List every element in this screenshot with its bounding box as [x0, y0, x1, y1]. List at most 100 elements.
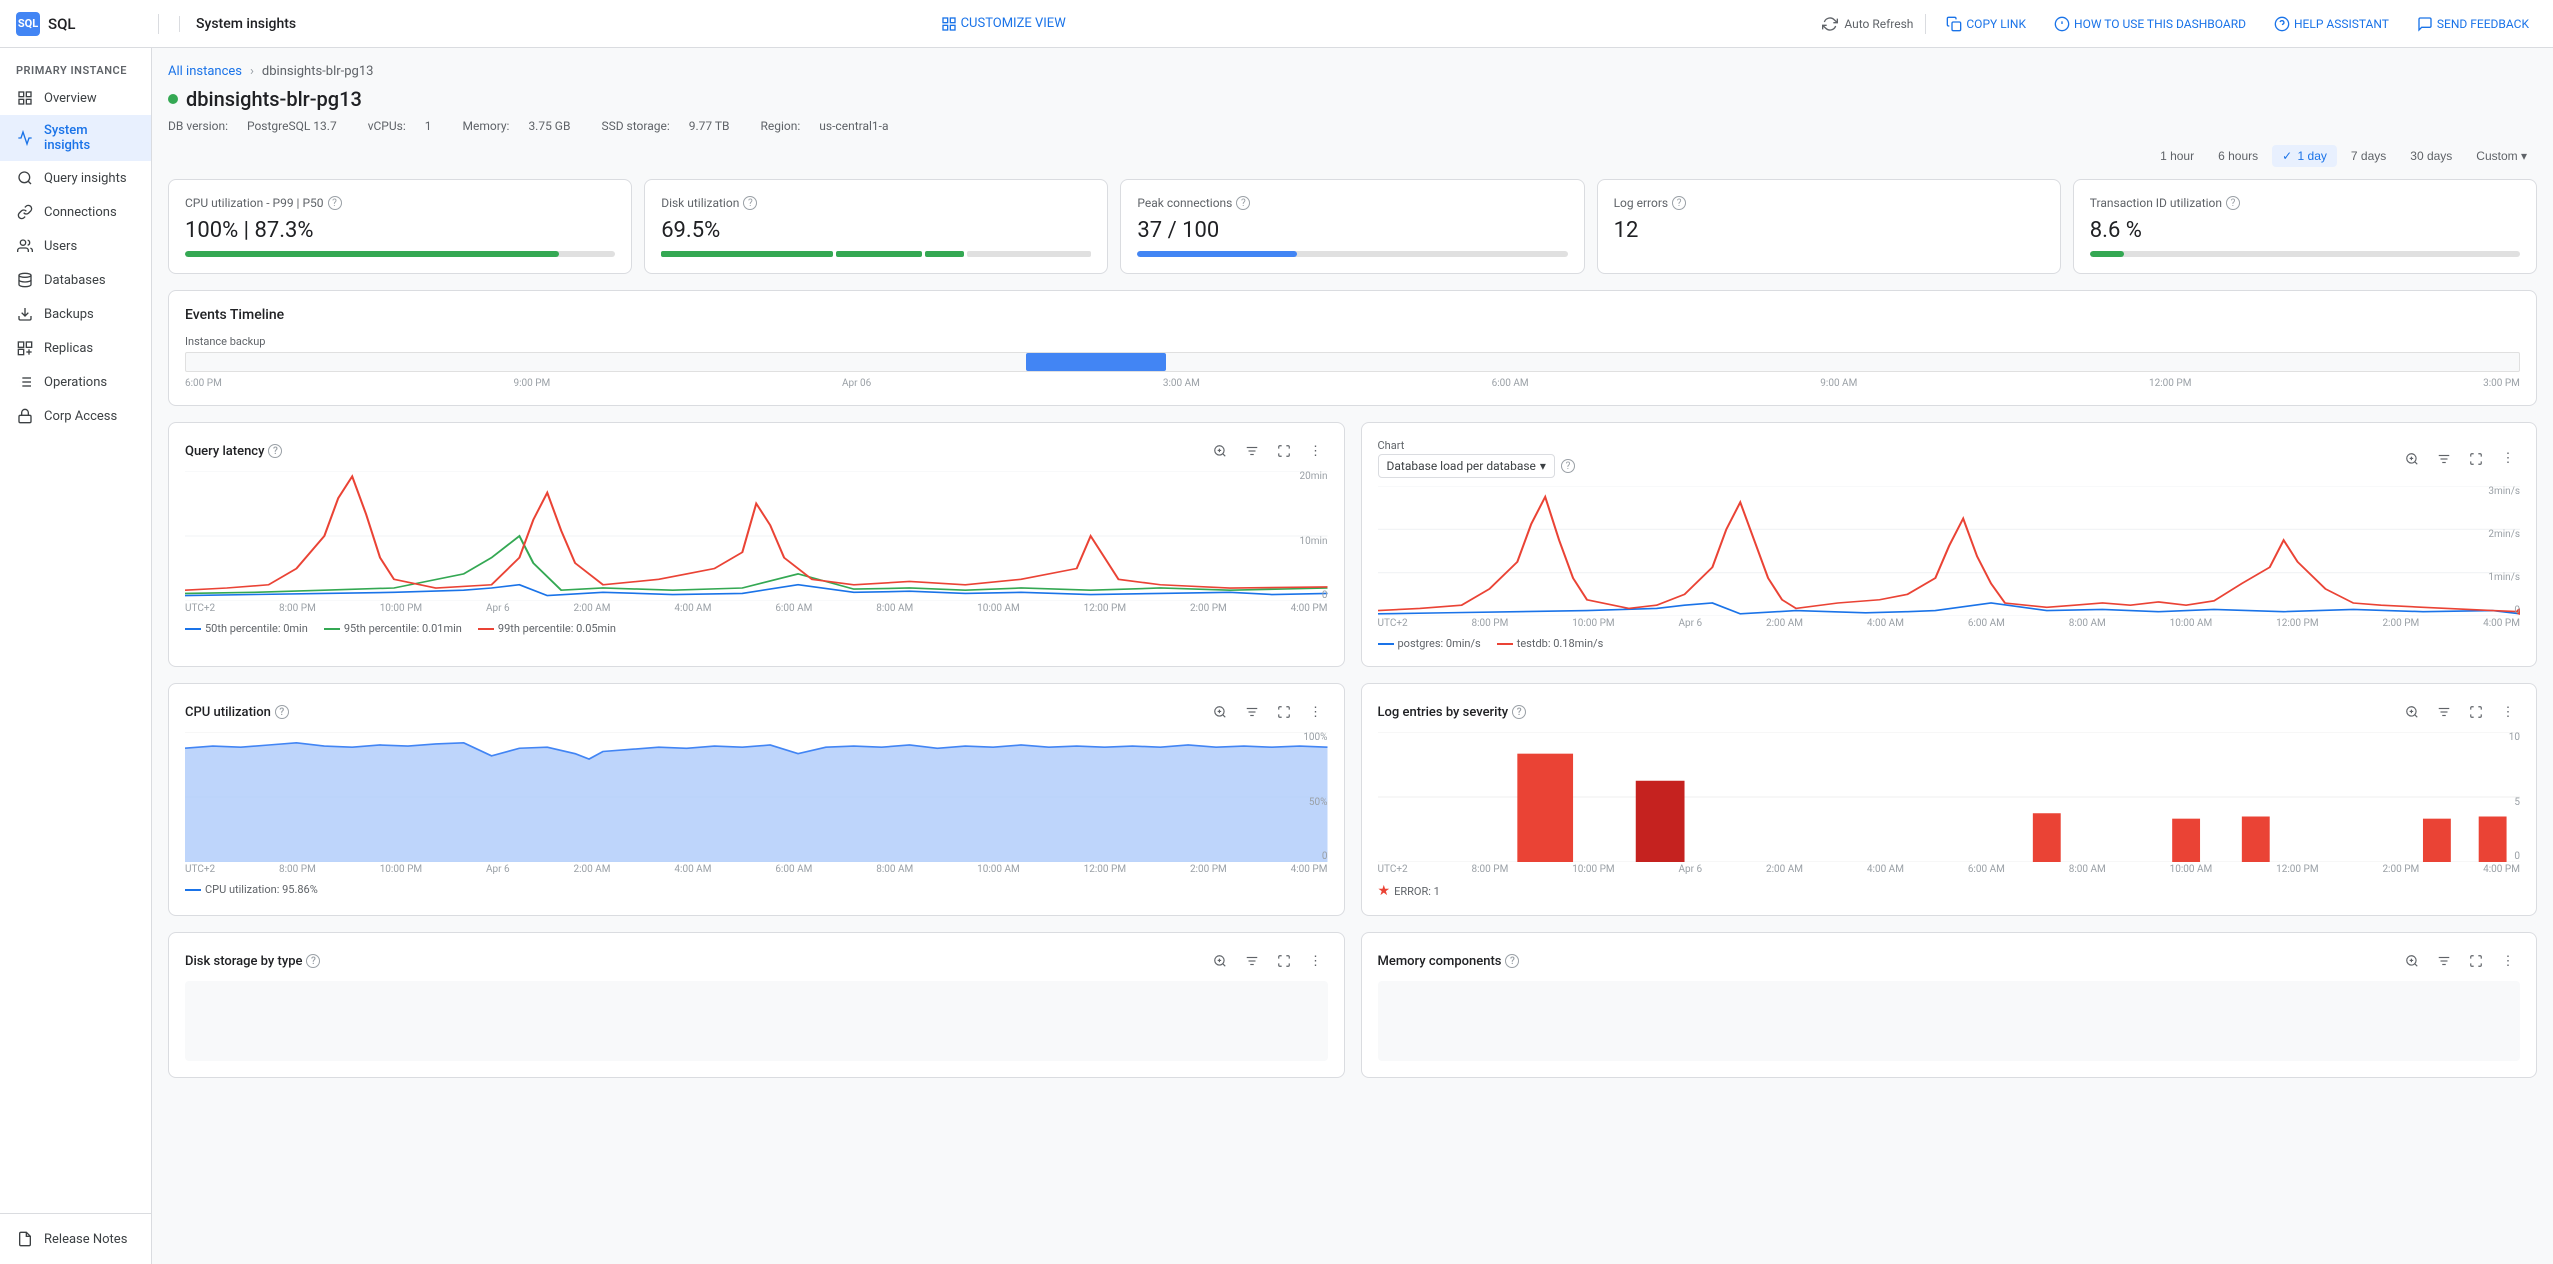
ql-x-axis: UTC+2 8:00 PM 10:00 PM Apr 6 2:00 AM 4:0…	[185, 603, 1328, 614]
cpu-x-axis: UTC+2 8:00 PM 10:00 PM Apr 6 2:00 AM 4:0…	[185, 864, 1328, 875]
memory-filter[interactable]	[2432, 949, 2456, 973]
connections-help-icon[interactable]: ?	[1236, 196, 1250, 210]
db-load-chart-area: 3min/s 2min/s 1min/s 0	[1378, 486, 2521, 616]
breadcrumb-separator: ›	[250, 64, 254, 79]
sidebar-item-system-insights[interactable]: System insights	[0, 115, 151, 161]
cpu-util-filter[interactable]	[1240, 700, 1264, 724]
instance-header: dbinsights-blr-pg13	[168, 87, 2537, 111]
disk-storage-help[interactable]: ?	[306, 954, 320, 968]
db-load-filter[interactable]	[2432, 447, 2456, 471]
cpu-util-zoom[interactable]	[1208, 700, 1232, 724]
time-btn-custom[interactable]: Custom ▾	[2466, 145, 2537, 167]
metric-label-log-errors: Log errors ?	[1614, 196, 2044, 210]
db-load-help[interactable]: ?	[1561, 459, 1575, 473]
time-btn-30days[interactable]: 30 days	[2400, 145, 2462, 167]
sidebar-item-users[interactable]: Users	[0, 229, 151, 263]
metric-card-transaction-id: Transaction ID utilization ? 8.6 %	[2073, 179, 2537, 274]
query-latency-title: Query latency ?	[185, 444, 282, 459]
log-severity-zoom[interactable]	[2400, 700, 2424, 724]
db-load-svg	[1378, 486, 2521, 616]
log-severity-svg	[1378, 732, 2521, 862]
cpu-util-chart-area: 100% 50% 0	[185, 732, 1328, 862]
how-to-use-button[interactable]: HOW TO USE THIS DASHBOARD	[2046, 12, 2254, 36]
sidebar-item-label: Query insights	[44, 171, 127, 186]
db-load-zoom[interactable]	[2400, 447, 2424, 471]
feedback-icon	[2417, 16, 2433, 32]
region-value: us-central1-a	[819, 119, 888, 133]
cpu-util-legend: CPU utilization: 95.86%	[185, 883, 1328, 896]
time-btn-6hours[interactable]: 6 hours	[2208, 145, 2268, 167]
metric-label-cpu: CPU utilization - P99 | P50 ?	[185, 196, 615, 210]
log-severity-expand[interactable]	[2464, 700, 2488, 724]
memory-more[interactable]: ⋮	[2496, 949, 2520, 973]
sidebar-item-corp-access[interactable]: Corp Access	[0, 399, 151, 433]
timeline-event-bar	[1026, 353, 1166, 371]
metric-value-log-errors: 12	[1614, 218, 2044, 243]
db-load-dropdown-row: Database load per database ▾ ?	[1378, 454, 1575, 478]
query-latency-zoom[interactable]	[1208, 439, 1232, 463]
memory-expand[interactable]	[2464, 949, 2488, 973]
query-latency-expand[interactable]	[1272, 439, 1296, 463]
query-latency-help[interactable]: ?	[268, 444, 282, 458]
memory-components-header: Memory components ? ⋮	[1378, 949, 2521, 973]
db-y-top: 3min/s	[2488, 486, 2520, 497]
connections-bar-container	[1137, 251, 1567, 257]
timeline-bar-track	[185, 352, 2520, 372]
metric-label-transaction-id: Transaction ID utilization ?	[2090, 196, 2520, 210]
timeline-event-label: Instance backup	[185, 335, 2520, 348]
db-load-expand[interactable]	[2464, 447, 2488, 471]
legend-cpu: CPU utilization: 95.86%	[185, 883, 318, 896]
auto-refresh-label: Auto Refresh	[1844, 17, 1913, 31]
sidebar-item-connections[interactable]: Connections	[0, 195, 151, 229]
cpu-utilization-title: CPU utilization ?	[185, 705, 289, 720]
cpu-util-help[interactable]: ?	[275, 705, 289, 719]
help-assistant-button[interactable]: HELP ASSISTANT	[2266, 12, 2397, 36]
query-latency-more[interactable]: ⋮	[1304, 439, 1328, 463]
sidebar-item-backups[interactable]: Backups	[0, 297, 151, 331]
metric-value-cpu: 100% | 87.3%	[185, 218, 615, 243]
cpu-util-expand[interactable]	[1272, 700, 1296, 724]
disk-storage-expand[interactable]	[1272, 949, 1296, 973]
copy-link-button[interactable]: COPY LINK	[1938, 12, 2034, 36]
cpu-utilization-actions: ⋮	[1208, 700, 1328, 724]
db-load-dropdown-label: Database load per database	[1387, 459, 1536, 473]
timeline-area: Instance backup 6:00 PM 9:00 PM Apr 06 3…	[185, 335, 2520, 389]
time-btn-7days[interactable]: 7 days	[2341, 145, 2396, 167]
cpu-help-icon[interactable]: ?	[328, 196, 342, 210]
log-errors-help-icon[interactable]: ?	[1672, 196, 1686, 210]
testdb-line	[1497, 643, 1513, 645]
log-severity-help[interactable]: ?	[1512, 705, 1526, 719]
breadcrumb-parent[interactable]: All instances	[168, 64, 242, 79]
db-load-dropdown[interactable]: Database load per database ▾	[1378, 454, 1555, 478]
postgres-label: postgres: 0min/s	[1398, 637, 1481, 650]
disk-storage-chart-placeholder	[185, 981, 1328, 1061]
cpu-util-more[interactable]: ⋮	[1304, 700, 1328, 724]
sidebar-item-operations[interactable]: Operations	[0, 365, 151, 399]
instance-status-indicator	[168, 94, 178, 104]
customize-view-button[interactable]: CUSTOMIZE VIEW	[941, 16, 1066, 32]
time-btn-1hour[interactable]: 1 hour	[2150, 145, 2204, 167]
sidebar-item-databases[interactable]: Databases	[0, 263, 151, 297]
metric-card-log-errors: Log errors ? 12	[1597, 179, 2061, 274]
log-severity-more[interactable]: ⋮	[2496, 700, 2520, 724]
send-feedback-button[interactable]: SEND FEEDBACK	[2409, 12, 2537, 36]
disk-storage-filter[interactable]	[1240, 949, 1264, 973]
legend-error: ★ ERROR: 1	[1378, 883, 1440, 899]
disk-help-icon[interactable]: ?	[743, 196, 757, 210]
sidebar-item-overview[interactable]: Overview	[0, 81, 151, 115]
query-latency-filter[interactable]	[1240, 439, 1264, 463]
log-severity-filter[interactable]	[2432, 700, 2456, 724]
db-load-more[interactable]: ⋮	[2496, 447, 2520, 471]
memory-zoom[interactable]	[2400, 949, 2424, 973]
timeline-ticks: 6:00 PM 9:00 PM Apr 06 3:00 AM 6:00 AM 9…	[185, 378, 2520, 389]
time-btn-1day[interactable]: ✓ 1 day	[2272, 145, 2337, 167]
copy-icon	[1946, 16, 1962, 32]
disk-storage-more[interactable]: ⋮	[1304, 949, 1328, 973]
sidebar-item-release-notes[interactable]: Release Notes	[0, 1222, 151, 1256]
memory-components-help[interactable]: ?	[1505, 954, 1519, 968]
auto-refresh-button[interactable]: Auto Refresh	[1822, 16, 1913, 32]
sidebar-item-query-insights[interactable]: Query insights	[0, 161, 151, 195]
sidebar-item-replicas[interactable]: Replicas	[0, 331, 151, 365]
transaction-help-icon[interactable]: ?	[2226, 196, 2240, 210]
disk-storage-zoom[interactable]	[1208, 949, 1232, 973]
